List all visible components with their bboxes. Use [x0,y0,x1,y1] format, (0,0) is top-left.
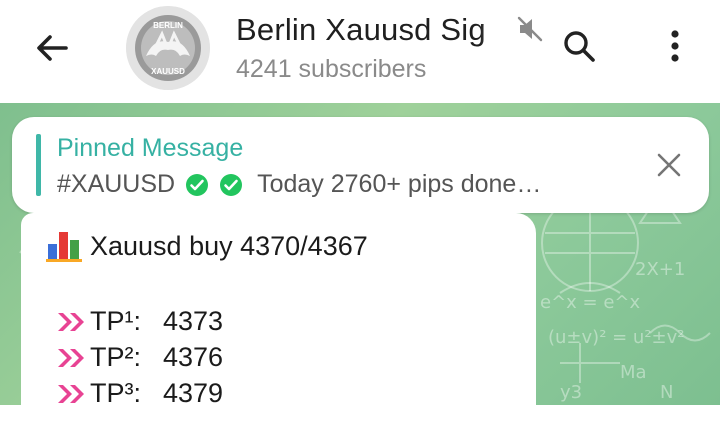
avatar-logo-icon: BERLIN XAUUSD [126,6,210,90]
pinned-message-bar[interactable]: Pinned Message #XAUUSD Today 2760+ pips … [12,117,709,213]
svg-text:2X+1: 2X+1 [635,259,685,280]
svg-text:XAUUSD: XAUUSD [151,67,185,76]
pinned-title: Pinned Message [57,134,244,162]
channel-avatar[interactable]: BERLIN XAUUSD [126,6,210,90]
subscriber-count: 4241 subscribers [236,55,427,83]
double-chevron-icon [58,348,84,367]
svg-text:e^x = e^x: e^x = e^x [540,292,640,313]
target-row: TP¹: 4373 [56,306,223,337]
svg-text:y3: y3 [560,382,582,403]
double-chevron-icon [58,384,84,403]
message-headline: Xauusd buy 4370/4367 [46,230,368,262]
back-arrow-icon[interactable] [30,26,74,70]
svg-text:Ma: Ma [620,362,647,383]
search-icon[interactable] [559,26,599,66]
mute-icon [517,16,543,42]
double-chevron-icon [58,312,84,331]
svg-text:(u±v)² = u²±v²: (u±v)² = u²±v² [548,327,685,348]
check-circle-icon [186,173,209,196]
pinned-preview: #XAUUSD Today 2760+ pips done… [57,170,541,199]
headline-text: Xauusd buy 4370/4367 [90,230,368,261]
more-vertical-icon[interactable] [661,26,689,66]
target-value: 4373 [163,306,224,336]
target-label: TP³: [90,378,141,408]
svg-text:N: N [660,382,673,403]
target-value: 4379 [163,378,224,408]
close-icon[interactable] [654,150,684,180]
pinned-indicator [36,134,41,196]
target-row: TP³: 4379 [56,378,223,409]
chat-header: BERLIN XAUUSD Berlin Xauusd Sig 4241 sub… [0,0,720,103]
target-label: TP²: [90,342,141,372]
svg-text:BERLIN: BERLIN [153,21,183,30]
check-circle-icon [220,173,243,196]
bar-chart-icon [46,232,82,262]
target-label: TP¹: [90,306,141,336]
pinned-text: Today 2760+ pips done… [257,170,542,198]
target-row: TP²: 4376 [56,342,223,373]
target-value: 4376 [163,342,224,372]
pinned-hashtag: #XAUUSD [57,170,176,198]
